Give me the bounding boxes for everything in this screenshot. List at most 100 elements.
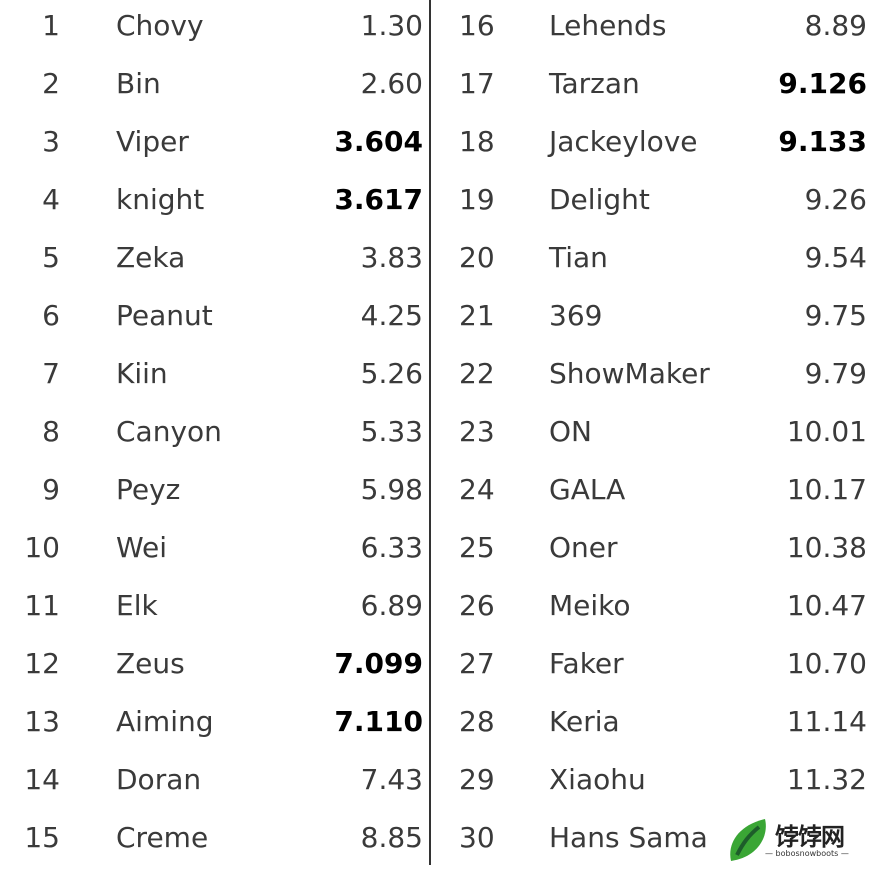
- table-row: 5 Zeka 3.83: [0, 232, 423, 290]
- player-name: Kiin: [116, 357, 168, 390]
- rank-cell: 11: [24, 589, 60, 622]
- value-cell: 1.30: [360, 9, 423, 42]
- rank-cell: 15: [24, 821, 60, 854]
- player-name: Peanut: [116, 299, 213, 332]
- player-name: Tarzan: [549, 67, 640, 100]
- rank-cell: 2: [42, 67, 60, 100]
- watermark-subtitle: — bobosnowboots —: [765, 849, 849, 858]
- player-name: Bin: [116, 67, 161, 100]
- rank-cell: 3: [42, 125, 60, 158]
- table-row: 16 Lehends 8.89: [431, 0, 867, 58]
- table-row: 26 Meiko 10.47: [431, 580, 867, 638]
- player-name: Delight: [549, 183, 650, 216]
- value-cell: 2.60: [360, 67, 423, 100]
- player-name: Oner: [549, 531, 618, 564]
- watermark-logo: 饽饽网 — bobosnowboots —: [725, 815, 874, 865]
- rank-cell: 24: [459, 473, 495, 506]
- table-row: 10 Wei 6.33: [0, 522, 423, 580]
- rank-cell: 20: [459, 241, 495, 274]
- table-row: 29 Xiaohu 11.32: [431, 754, 867, 812]
- player-name: Aiming: [116, 705, 214, 738]
- value-cell: 4.25: [360, 299, 423, 332]
- table-row: 19 Delight 9.26: [431, 174, 867, 232]
- player-name: Xiaohu: [549, 763, 646, 796]
- rank-cell: 29: [459, 763, 495, 796]
- rank-cell: 8: [42, 415, 60, 448]
- player-name: knight: [116, 183, 205, 216]
- player-name: Zeus: [116, 647, 185, 680]
- rank-cell: 7: [42, 357, 60, 390]
- player-name: Tian: [549, 241, 608, 274]
- table-row: 8 Canyon 5.33: [0, 406, 423, 464]
- value-cell: 9.79: [804, 357, 867, 390]
- table-row: 2 Bin 2.60: [0, 58, 423, 116]
- rank-cell: 30: [459, 821, 495, 854]
- value-cell: 3.617: [334, 183, 423, 216]
- rank-cell: 14: [24, 763, 60, 796]
- value-cell: 10.01: [786, 415, 867, 448]
- rank-cell: 16: [459, 9, 495, 42]
- table-row: 7 Kiin 5.26: [0, 348, 423, 406]
- value-cell: 3.83: [360, 241, 423, 274]
- player-name: Wei: [116, 531, 168, 564]
- value-cell: 9.133: [778, 125, 867, 158]
- player-name: Chovy: [116, 9, 204, 42]
- table-row: 11 Elk 6.89: [0, 580, 423, 638]
- player-name: Canyon: [116, 415, 222, 448]
- table-row: 28 Keria 11.14: [431, 696, 867, 754]
- player-name: Keria: [549, 705, 620, 738]
- value-cell: 6.89: [360, 589, 423, 622]
- value-cell: 7.099: [334, 647, 423, 680]
- table-row: 13 Aiming 7.110: [0, 696, 423, 754]
- value-cell: 9.26: [804, 183, 867, 216]
- table-row: 17 Tarzan 9.126: [431, 58, 867, 116]
- rank-cell: 6: [42, 299, 60, 332]
- value-cell: 10.17: [786, 473, 867, 506]
- table-row: 18 Jackeylove 9.133: [431, 116, 867, 174]
- table-row: 24 GALA 10.17: [431, 464, 867, 522]
- value-cell: 8.89: [804, 9, 867, 42]
- left-column: 1 Chovy 1.30 2 Bin 2.60 3 Viper 3.604 4 knight 3.61…: [0, 0, 423, 865]
- rank-cell: 1: [42, 9, 60, 42]
- table-row: 22 ShowMaker 9.79: [431, 348, 867, 406]
- value-cell: 11.32: [786, 763, 867, 796]
- value-cell: 8.85: [360, 821, 423, 854]
- value-cell: 9.75: [804, 299, 867, 332]
- rank-cell: 17: [459, 67, 495, 100]
- player-name: Creme: [116, 821, 209, 854]
- table-row: 14 Doran 7.43: [0, 754, 423, 812]
- rank-cell: 9: [42, 473, 60, 506]
- rank-cell: 12: [24, 647, 60, 680]
- player-name: Doran: [116, 763, 202, 796]
- rank-cell: 28: [459, 705, 495, 738]
- table-row: 6 Peanut 4.25: [0, 290, 423, 348]
- rank-cell: 4: [42, 183, 60, 216]
- value-cell: 9.54: [804, 241, 867, 274]
- watermark-title: 饽饽网: [775, 823, 845, 851]
- value-cell: 6.33: [360, 531, 423, 564]
- value-cell: 10.38: [786, 531, 867, 564]
- rank-cell: 18: [459, 125, 495, 158]
- player-name: Hans Sama: [549, 821, 708, 854]
- rank-cell: 25: [459, 531, 495, 564]
- value-cell: 7.43: [360, 763, 423, 796]
- rank-cell: 13: [24, 705, 60, 738]
- player-name: Faker: [549, 647, 624, 680]
- value-cell: 9.126: [778, 67, 867, 100]
- table-row: 9 Peyz 5.98: [0, 464, 423, 522]
- player-name: 369: [549, 299, 603, 332]
- value-cell: 3.604: [334, 125, 423, 158]
- player-name: GALA: [549, 473, 626, 506]
- player-name: Peyz: [116, 473, 181, 506]
- player-name: Zeka: [116, 241, 186, 274]
- table-row: 1 Chovy 1.30: [0, 0, 423, 58]
- table-row: 27 Faker 10.70: [431, 638, 867, 696]
- rank-cell: 26: [459, 589, 495, 622]
- rank-cell: 5: [42, 241, 60, 274]
- value-cell: 10.70: [786, 647, 867, 680]
- table-row: 21 369 9.75: [431, 290, 867, 348]
- rank-cell: 27: [459, 647, 495, 680]
- table-row: 12 Zeus 7.099: [0, 638, 423, 696]
- rank-cell: 23: [459, 415, 495, 448]
- table-row: 20 Tian 9.54: [431, 232, 867, 290]
